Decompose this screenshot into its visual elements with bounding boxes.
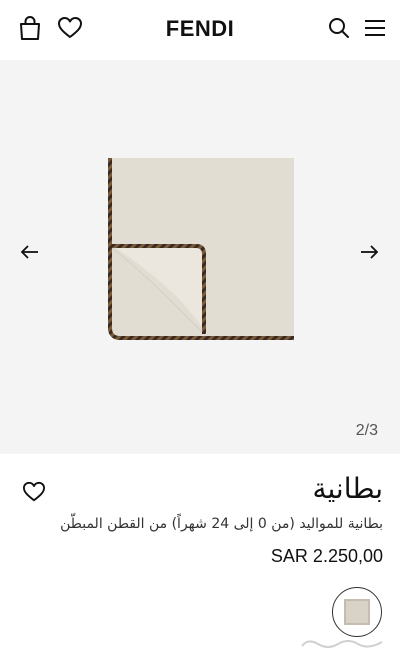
watermark-logo: [298, 634, 388, 653]
product-image-blanket: [100, 150, 300, 350]
arrow-right-icon[interactable]: [358, 241, 380, 263]
image-counter: 2/3: [355, 422, 378, 439]
product-price: SAR 2.250,00: [270, 546, 383, 566]
color-swatch[interactable]: [344, 599, 370, 625]
top-header: FENDI: [0, 0, 400, 58]
menu-icon[interactable]: [363, 18, 387, 38]
color-swatch-selector[interactable]: [332, 587, 382, 637]
search-icon[interactable]: [328, 17, 350, 39]
product-title: بطانية: [312, 472, 383, 505]
arrow-left-icon[interactable]: [19, 241, 41, 263]
product-info: بطانية بطانية للمواليد (من 0 إلى 24 شهرا…: [0, 454, 400, 653]
heart-icon[interactable]: [22, 481, 46, 503]
product-image-gallery[interactable]: 2/3: [0, 60, 400, 454]
product-subtitle: بطانية للمواليد (من 0 إلى 24 شهراً) من ا…: [60, 516, 383, 532]
